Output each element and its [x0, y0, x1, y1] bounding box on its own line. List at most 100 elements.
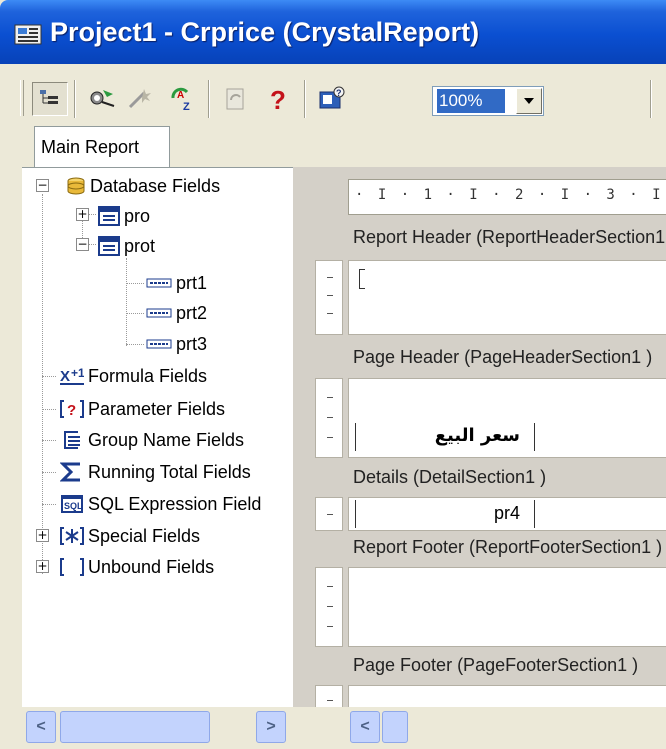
page-footer-body[interactable] — [348, 685, 666, 707]
toolbar-separator — [208, 80, 210, 118]
tree-item-table-pro[interactable]: pro — [98, 201, 150, 231]
tree-item-database-fields[interactable]: Database Fields — [66, 171, 220, 201]
expand-special-fields[interactable]: + — [36, 529, 49, 542]
select-expert-button[interactable] — [84, 82, 120, 116]
help-button[interactable]: ? — [260, 82, 296, 116]
tab-main-report[interactable]: Main Report — [34, 126, 170, 168]
sql-icon: SQL — [61, 495, 83, 513]
svg-text:?: ? — [67, 402, 76, 419]
scroll-left-icon[interactable]: < — [350, 711, 380, 743]
highlight-button[interactable] — [122, 82, 158, 116]
details-field-value: pr4 — [493, 503, 520, 523]
tree-item-label: prt1 — [176, 272, 208, 293]
chevron-down-icon[interactable] — [516, 88, 542, 114]
toolbar-separator — [650, 80, 652, 118]
svg-text:+1: +1 — [71, 366, 84, 380]
select-expert-icon — [90, 90, 115, 107]
section-report-header[interactable]: Report Header (ReportHeaderSection1 ) — [353, 227, 666, 257]
tree-item-label: Group Name Fields — [88, 429, 245, 450]
scrollbar-thumb[interactable] — [60, 711, 210, 743]
report-footer-body[interactable] — [348, 567, 666, 647]
section-ruler — [315, 497, 343, 531]
tree-item-sql-expression-fields[interactable]: SQL SQL Expression Field — [60, 489, 261, 519]
table-icon — [98, 236, 120, 256]
scrollbar-thumb[interactable] — [382, 711, 408, 743]
tree-item-label: prt3 — [176, 333, 208, 354]
section-page-footer[interactable]: Page Footer (PageFooterSection1 ) — [353, 655, 638, 685]
format-editor-icon: ? — [319, 86, 345, 109]
tree-item-label: Unbound Fields — [88, 556, 215, 577]
sort-button[interactable]: A Z — [164, 82, 200, 116]
svg-text:SQL: SQL — [64, 501, 83, 511]
svg-text:?: ? — [336, 88, 342, 98]
tree-item-field-prt1[interactable]: prt1 — [146, 268, 207, 298]
price-field-label: سعر البيع — [434, 425, 520, 446]
svg-text:Z: Z — [183, 101, 190, 113]
tree-item-special-fields[interactable]: Special Fields — [60, 521, 200, 551]
tree-item-table-prot[interactable]: prot — [98, 231, 155, 261]
sort-az-icon: A Z — [171, 87, 190, 113]
field-icon — [146, 278, 172, 288]
tree-item-group-name-fields[interactable]: Group Name Fields — [60, 425, 244, 455]
help-icon: ? — [270, 85, 286, 113]
parameter-icon: ? — [60, 400, 84, 419]
refresh-icon — [226, 88, 244, 110]
database-icon — [67, 177, 85, 195]
tree-view-icon — [40, 90, 58, 104]
tree-item-running-total-fields[interactable]: Running Total Fields — [60, 457, 251, 487]
page-header-field[interactable]: سعر البيع — [355, 423, 535, 451]
toolbar-separator — [304, 80, 306, 118]
crystal-report-icon — [14, 24, 42, 45]
sigma-icon — [60, 462, 80, 482]
format-editor-button[interactable]: ? — [314, 82, 350, 116]
horizontal-ruler: · I · 1 · I · 2 · I · 3 · I · 4 — [348, 179, 666, 215]
expand-unbound-fields[interactable]: + — [36, 560, 49, 573]
wand-icon — [128, 89, 151, 109]
collapse-database-fields[interactable]: − — [36, 179, 49, 192]
page-header-body[interactable]: سعر البيع — [348, 378, 666, 458]
toolbar-grip[interactable] — [20, 80, 24, 116]
tree-item-label: Running Total Fields — [88, 461, 251, 482]
section-ruler — [315, 685, 343, 707]
toolbar-separator — [74, 80, 76, 118]
tree-item-field-prt2[interactable]: prt2 — [146, 298, 207, 328]
group-name-icon — [64, 431, 80, 449]
section-report-footer[interactable]: Report Footer (ReportFooterSection1 ) — [353, 537, 662, 567]
section-ruler — [315, 260, 343, 335]
toggle-tree-button[interactable] — [32, 82, 68, 116]
table-icon — [98, 206, 120, 226]
svg-text:?: ? — [270, 85, 286, 113]
report-horizontal-scrollbar[interactable]: < — [348, 707, 666, 749]
tree-item-formula-fields[interactable]: X +1 Formula Fields — [60, 361, 207, 391]
field-explorer-tree: − Database Fields + pro − prot prt1 prt2… — [22, 167, 293, 707]
scroll-right-icon[interactable]: > — [256, 711, 286, 743]
section-ruler — [315, 378, 343, 458]
refresh-button[interactable] — [218, 82, 254, 116]
tree-item-label: Special Fields — [88, 525, 201, 546]
collapse-prot[interactable]: − — [76, 238, 89, 251]
details-body[interactable]: pr4 — [348, 497, 666, 531]
special-fields-icon — [60, 527, 84, 545]
formula-icon: X +1 — [60, 366, 84, 385]
tree-item-label: prt2 — [176, 302, 208, 323]
tab-label: Main Report — [41, 137, 140, 157]
report-header-body[interactable] — [348, 260, 666, 335]
details-field[interactable]: pr4 — [355, 500, 535, 528]
tree-horizontal-scrollbar[interactable]: < > — [22, 707, 293, 749]
section-details[interactable]: Details (DetailSection1 ) — [353, 467, 546, 497]
expand-pro[interactable]: + — [76, 208, 89, 221]
field-icon — [146, 339, 172, 349]
zoom-value: 100% — [437, 89, 505, 113]
svg-text:X: X — [60, 368, 70, 385]
tree-item-label: pro — [124, 205, 151, 226]
section-ruler — [315, 567, 343, 647]
unbound-fields-icon — [60, 558, 84, 576]
window-title: Project1 - Crprice (CrystalReport) — [50, 17, 480, 47]
tree-item-unbound-fields[interactable]: Unbound Fields — [60, 552, 214, 582]
zoom-select[interactable]: 100% — [432, 86, 544, 116]
tree-item-label: Parameter Fields — [88, 398, 226, 419]
tree-item-field-prt3[interactable]: prt3 — [146, 329, 207, 359]
tree-item-parameter-fields[interactable]: ? Parameter Fields — [60, 394, 225, 424]
scroll-left-icon[interactable]: < — [26, 711, 56, 743]
section-page-header[interactable]: Page Header (PageHeaderSection1 ) — [353, 347, 652, 377]
